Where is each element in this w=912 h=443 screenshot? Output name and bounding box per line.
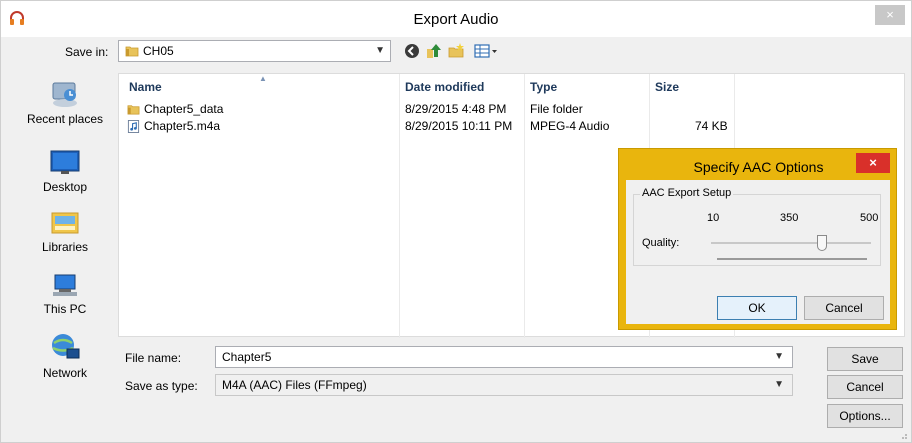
save-in-label: Save in: bbox=[65, 45, 109, 59]
file-name-value: Chapter5 bbox=[222, 350, 272, 364]
network-icon bbox=[52, 334, 80, 359]
quality-tick-mid: 350 bbox=[780, 212, 799, 224]
quality-tick-max: 500 bbox=[860, 212, 879, 224]
options-button[interactable]: Options... bbox=[827, 404, 903, 428]
file-date: 8/29/2015 4:48 PM bbox=[405, 102, 507, 116]
aac-dialog-body: AAC Export Setup 10 350 500 Quality: OK … bbox=[626, 180, 890, 324]
libraries-icon bbox=[51, 212, 79, 234]
column-header-type[interactable]: Type bbox=[530, 80, 557, 94]
sort-ascending-icon: ▲ bbox=[259, 74, 267, 83]
file-type: MPEG-4 Audio bbox=[530, 119, 610, 133]
aac-close-button[interactable]: × bbox=[856, 153, 890, 173]
aac-ok-button[interactable]: OK bbox=[717, 296, 797, 320]
column-header-date-modified[interactable]: Date modified bbox=[405, 80, 484, 94]
title-bar: Export Audio × bbox=[1, 1, 911, 37]
aac-cancel-button[interactable]: Cancel bbox=[804, 296, 884, 320]
file-name: Chapter5_data bbox=[144, 102, 224, 116]
aac-options-dialog: Specify AAC Options × AAC Export Setup 1… bbox=[618, 148, 897, 330]
place-network[interactable]: Network bbox=[17, 331, 113, 380]
place-label: This PC bbox=[43, 302, 87, 316]
chevron-down-icon: ▼ bbox=[774, 379, 784, 390]
save-as-type-value: M4A (AAC) Files (FFmpeg) bbox=[222, 378, 367, 392]
export-audio-dialog: Export Audio × Save in: CH05 ▼ Recent pl… bbox=[0, 0, 912, 443]
places-bar: Recent places Desktop Libraries This PC … bbox=[17, 73, 113, 403]
save-as-type-select[interactable]: M4A (AAC) Files (FFmpeg) ▼ bbox=[215, 374, 793, 396]
quality-slider-baseline bbox=[717, 258, 867, 260]
aac-export-setup-group: AAC Export Setup bbox=[633, 187, 881, 266]
file-name: Chapter5.m4a bbox=[144, 119, 221, 133]
place-label: Network bbox=[42, 366, 87, 380]
quality-slider-thumb[interactable] bbox=[817, 235, 828, 251]
place-recent-places[interactable]: Recent places bbox=[17, 81, 113, 126]
chevron-down-icon[interactable]: ▼ bbox=[774, 351, 784, 362]
window-title: Export Audio bbox=[413, 11, 499, 28]
back-icon[interactable] bbox=[403, 42, 421, 60]
file-row[interactable]: Chapter5_data 8/29/2015 4:48 PM File fol… bbox=[119, 101, 904, 118]
save-button[interactable]: Save bbox=[827, 347, 903, 371]
place-label: Desktop bbox=[42, 180, 88, 194]
quality-tick-min: 10 bbox=[707, 212, 720, 224]
column-header-size[interactable]: Size bbox=[655, 80, 679, 94]
place-this-pc[interactable]: This PC bbox=[17, 271, 113, 316]
file-name-label: File name: bbox=[125, 351, 182, 365]
this-pc-icon bbox=[53, 274, 77, 296]
file-name-input[interactable]: Chapter5 ▼ bbox=[215, 346, 793, 368]
up-folder-icon[interactable] bbox=[425, 42, 443, 60]
resize-grip-icon[interactable] bbox=[898, 429, 908, 439]
place-desktop[interactable]: Desktop bbox=[17, 149, 113, 194]
save-as-type-label: Save as type: bbox=[125, 379, 198, 393]
desktop-icon bbox=[50, 150, 80, 174]
save-in-combo[interactable]: CH05 ▼ bbox=[118, 40, 391, 62]
new-folder-icon[interactable] bbox=[447, 42, 465, 60]
recent-places-icon bbox=[52, 82, 77, 107]
chevron-down-icon: ▼ bbox=[375, 45, 385, 56]
quality-label: Quality: bbox=[642, 237, 680, 249]
file-type: File folder bbox=[530, 102, 583, 116]
group-label: AAC Export Setup bbox=[640, 187, 734, 199]
place-libraries[interactable]: Libraries bbox=[17, 209, 113, 254]
place-label: Libraries bbox=[41, 240, 89, 254]
place-label: Recent places bbox=[26, 112, 104, 126]
quality-slider-track[interactable] bbox=[711, 242, 871, 244]
folder-icon bbox=[125, 44, 139, 61]
window-close-button[interactable]: × bbox=[875, 5, 905, 25]
audio-file-icon bbox=[127, 120, 140, 136]
column-header-name[interactable]: Name bbox=[129, 80, 162, 94]
view-menu-icon[interactable] bbox=[473, 42, 499, 60]
file-date: 8/29/2015 10:11 PM bbox=[405, 119, 513, 133]
folder-icon bbox=[127, 103, 140, 119]
cancel-button[interactable]: Cancel bbox=[827, 375, 903, 399]
file-row[interactable]: Chapter5.m4a 8/29/2015 10:11 PM MPEG-4 A… bbox=[119, 118, 904, 135]
save-in-value: CH05 bbox=[143, 44, 174, 58]
file-size: 74 KB bbox=[695, 119, 728, 133]
